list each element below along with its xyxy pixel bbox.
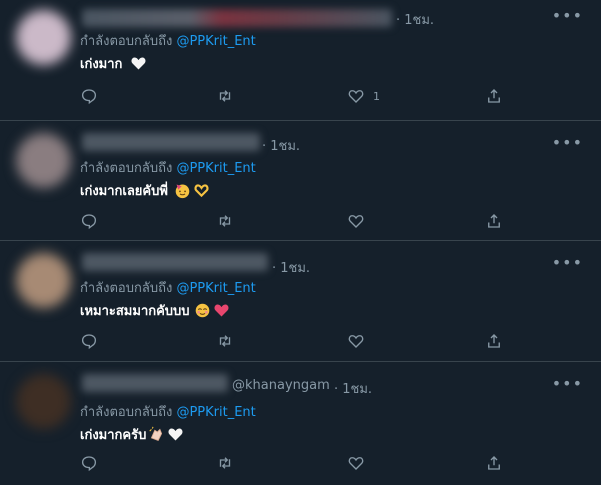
blurred-display-name [82, 253, 268, 271]
reply-icon [81, 456, 97, 472]
tweet[interactable]: @khanayngam · 1ชม. ••• กำลังตอบกลับถึง @… [0, 362, 601, 485]
like-icon [348, 215, 364, 228]
tweet-text: เก่งมากเลยคับพี่ [80, 180, 210, 201]
blurred-display-name [82, 9, 392, 27]
like-count: 1 [373, 89, 380, 103]
avatar[interactable] [16, 10, 71, 65]
reply-icon [81, 334, 97, 350]
heart-hands-icon [194, 184, 209, 198]
like-icon [348, 335, 364, 348]
white-heart-icon [168, 428, 183, 441]
retweet-button[interactable] [216, 453, 234, 473]
timestamp[interactable]: · 1ชม. [262, 135, 300, 156]
tweet-actions: 1 [80, 86, 520, 106]
more-icon[interactable]: ••• [552, 133, 583, 152]
reply-handle-link[interactable]: @PPKrit_Ent [176, 34, 255, 49]
share-icon [488, 334, 500, 348]
blurred-display-name [82, 374, 228, 392]
avatar[interactable] [16, 133, 71, 188]
timestamp[interactable]: · 1ชม. [396, 9, 434, 30]
reply-handle-link[interactable]: @PPKrit_Ent [176, 281, 255, 296]
tweet-text-content: เก่งมากครับ [80, 428, 147, 443]
reply-prefix: กำลังตอบกลับถึง [80, 405, 173, 420]
avatar[interactable] [16, 253, 71, 308]
like-button[interactable] [347, 331, 373, 351]
share-button[interactable] [485, 211, 503, 231]
retweet-button[interactable] [216, 211, 234, 231]
white-heart-icon [131, 57, 146, 70]
more-icon[interactable]: ••• [552, 6, 583, 25]
reply-context: กำลังตอบกลับถึง @PPKrit_Ent [80, 157, 256, 178]
smiling-face-icon [195, 303, 209, 318]
like-button[interactable] [347, 211, 373, 231]
reply-button[interactable] [80, 86, 98, 106]
reply-context: กำลังตอบกลับถึง @PPKrit_Ent [80, 401, 256, 422]
share-icon [488, 456, 500, 470]
author-handle[interactable]: @khanayngam [232, 378, 330, 393]
retweet-icon [219, 90, 231, 102]
blurred-display-name [82, 133, 260, 151]
share-button[interactable] [485, 86, 503, 106]
more-icon[interactable]: ••• [552, 374, 583, 393]
like-icon [348, 90, 364, 103]
retweet-button[interactable] [216, 331, 234, 351]
tweet-actions [80, 453, 520, 473]
tweet[interactable]: · 1ชม. ••• กำลังตอบกลับถึง @PPKrit_Ent เ… [0, 241, 601, 362]
reply-handle-link[interactable]: @PPKrit_Ent [176, 161, 255, 176]
tweet-text: เหมาะสมมากคับบบ [80, 300, 230, 321]
more-icon[interactable]: ••• [552, 253, 583, 272]
share-icon [488, 214, 500, 228]
like-button[interactable] [347, 453, 373, 473]
timestamp[interactable]: · 1ชม. [334, 378, 372, 399]
tweet[interactable]: · 1ชม. ••• กำลังตอบกลับถึง @PPKrit_Ent เ… [0, 0, 601, 121]
share-button[interactable] [485, 453, 503, 473]
tweet-actions [80, 331, 520, 351]
like-button[interactable]: 1 [347, 86, 380, 106]
tweet-text-content: เก่งมากเลยคับพี่ [80, 184, 168, 199]
reply-button[interactable] [80, 453, 98, 473]
reply-button[interactable] [80, 211, 98, 231]
clapping-hands-icon [149, 426, 163, 441]
party-face-icon [175, 184, 190, 199]
pink-heart-icon [214, 304, 229, 317]
reply-prefix: กำลังตอบกลับถึง [80, 161, 173, 176]
tweet[interactable]: · 1ชม. ••• กำลังตอบกลับถึง @PPKrit_Ent เ… [0, 121, 601, 241]
retweet-button[interactable] [216, 86, 234, 106]
tweet-text-content: เหมาะสมมากคับบบ [80, 304, 190, 319]
reply-context: กำลังตอบกลับถึง @PPKrit_Ent [80, 277, 256, 298]
share-button[interactable] [485, 331, 503, 351]
retweet-icon [219, 215, 231, 227]
retweet-icon [219, 335, 231, 347]
reply-context: กำลังตอบกลับถึง @PPKrit_Ent [80, 30, 256, 51]
reply-icon [81, 214, 97, 230]
timestamp[interactable]: · 1ชม. [272, 257, 310, 278]
reply-prefix: กำลังตอบกลับถึง [80, 281, 173, 296]
avatar[interactable] [16, 374, 71, 429]
like-icon [348, 457, 364, 470]
reply-button[interactable] [80, 331, 98, 351]
tweet-text: เก่งมาก [80, 53, 147, 74]
reply-icon [81, 89, 97, 105]
reply-handle-link[interactable]: @PPKrit_Ent [176, 405, 255, 420]
tweet-text: เก่งมากครับ [80, 424, 184, 445]
tweet-text-content: เก่งมาก [80, 57, 123, 72]
share-icon [488, 89, 500, 103]
retweet-icon [219, 457, 231, 469]
reply-prefix: กำลังตอบกลับถึง [80, 34, 173, 49]
tweet-actions [80, 211, 520, 231]
